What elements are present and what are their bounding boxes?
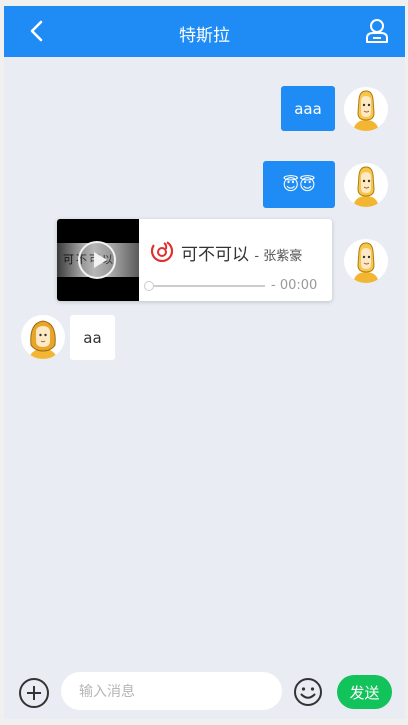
cartoon-avatar-icon <box>353 90 379 131</box>
music-time: - 00:00 <box>271 278 318 293</box>
song-title: 可不可以 <box>181 245 249 265</box>
message-bubble-sent-emoji[interactable]: 😇😇 <box>263 161 335 208</box>
chat-title: 特斯拉 <box>179 26 230 46</box>
user-avatar[interactable] <box>344 87 388 131</box>
user-avatar[interactable] <box>344 163 388 207</box>
input-bar: 发送 <box>4 661 405 719</box>
cartoon-avatar-icon <box>353 166 379 207</box>
message-input[interactable] <box>61 672 282 710</box>
chat-header: 特斯拉 <box>4 6 405 57</box>
send-button[interactable]: 发送 <box>337 675 392 709</box>
music-cover: 可不可以 <box>57 219 139 301</box>
music-title-line: 可不可以 - 张紫豪 <box>181 240 302 265</box>
emoji-smile-icon[interactable] <box>293 677 323 707</box>
message-bubble-sent[interactable]: aaa <box>281 86 335 131</box>
chat-window: 特斯拉 aaa 😇😇 可不可以 可不可以 - 张紫豪 - 00:00 aa 输入… <box>4 6 405 719</box>
user-profile-icon[interactable] <box>365 18 389 44</box>
progress-handle[interactable] <box>144 281 154 291</box>
add-plus-icon[interactable] <box>19 678 49 708</box>
music-share-card[interactable]: 可不可以 可不可以 - 张紫豪 - 00:00 <box>57 219 332 301</box>
play-icon[interactable] <box>78 241 116 279</box>
cartoon-avatar-icon <box>353 242 379 283</box>
emoji-text: 😇😇 <box>282 175 316 194</box>
music-progress-bar[interactable] <box>144 281 265 291</box>
cartoon-girl-avatar-icon <box>29 320 57 359</box>
contact-avatar[interactable] <box>21 315 65 359</box>
netease-music-icon <box>151 240 173 262</box>
song-artist: - 张紫豪 <box>254 249 303 264</box>
message-bubble-received[interactable]: aa <box>70 315 115 360</box>
user-avatar[interactable] <box>344 239 388 283</box>
